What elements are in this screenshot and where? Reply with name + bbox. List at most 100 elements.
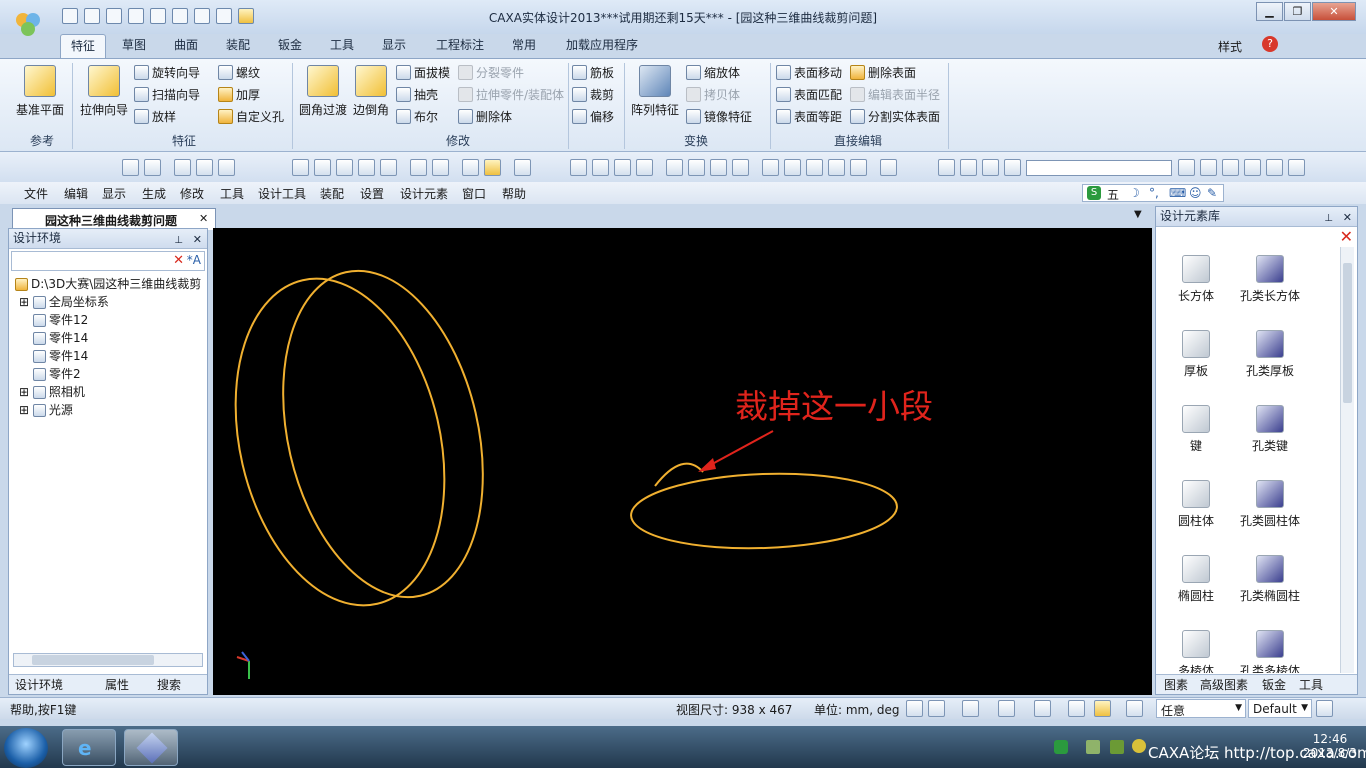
3d-viewport[interactable]: 裁掉这一小段 — [213, 228, 1152, 695]
view-icon[interactable] — [122, 159, 139, 176]
start-button[interactable] — [4, 728, 48, 768]
ellipse-curve[interactable] — [630, 469, 898, 552]
tab-addins[interactable]: 加载应用程序 — [556, 34, 648, 58]
menu-settings[interactable]: 设置 — [360, 185, 384, 202]
boolean-button[interactable]: 布尔 — [396, 107, 438, 127]
orbit-icon[interactable] — [592, 159, 609, 176]
chevron-down-icon[interactable]: ▼ — [1134, 209, 1142, 220]
property-icon[interactable] — [828, 159, 845, 176]
ime-keyboard-icon[interactable]: ⌨ — [1169, 186, 1186, 200]
menu-help[interactable]: 帮助 — [502, 185, 526, 202]
curve-tool-icon[interactable] — [1266, 159, 1283, 176]
maximize-button[interactable]: ❐ — [1284, 2, 1311, 21]
tree-item-camera[interactable]: ⊞ 照相机 — [19, 383, 85, 401]
folder-icon[interactable] — [358, 159, 375, 176]
view-cube-icon[interactable] — [962, 700, 979, 717]
tab-tool-elements[interactable]: 工具 — [1299, 675, 1323, 695]
close-panel-icon[interactable]: ✕ — [193, 230, 202, 249]
edit-radius-button[interactable]: 编辑表面半径 — [850, 85, 940, 105]
tab-tools[interactable]: 工具 — [320, 34, 364, 58]
element-hole-elliptic-cylinder[interactable]: 孔类椭圆柱 — [1232, 555, 1308, 604]
style-select[interactable]: Default ▼ — [1248, 699, 1312, 718]
delete-face-button[interactable]: 删除表面 — [850, 63, 916, 83]
circle-curve-back[interactable] — [253, 251, 513, 617]
trim-segment[interactable] — [654, 462, 704, 487]
rotate-icon[interactable] — [636, 159, 653, 176]
tab-sketch[interactable]: 草图 — [112, 34, 156, 58]
search-icon[interactable] — [762, 159, 779, 176]
ime-logo-icon[interactable]: S — [1087, 186, 1101, 200]
look-at-icon[interactable] — [732, 159, 749, 176]
new-file-icon[interactable] — [292, 159, 309, 176]
ime-mode[interactable]: 五 — [1107, 186, 1119, 203]
element-hole-cylinder[interactable]: 孔类圆柱体 — [1232, 480, 1308, 529]
tab-elements[interactable]: 图素 — [1164, 675, 1188, 695]
curve-tool-icon[interactable] — [1244, 159, 1261, 176]
tree-filter-input[interactable]: ✕ *A — [11, 251, 205, 271]
ie-taskbar-button[interactable]: e — [62, 729, 116, 766]
menu-tools[interactable]: 工具 — [220, 185, 244, 202]
menu-file[interactable]: 文件 — [24, 185, 48, 202]
element-plate[interactable]: 厚板 — [1158, 330, 1234, 379]
render-icon[interactable] — [174, 159, 191, 176]
shading-icon[interactable] — [1068, 700, 1085, 717]
caxa-taskbar-button[interactable] — [124, 729, 178, 766]
menu-window[interactable]: 窗口 — [462, 185, 486, 202]
measure-icon[interactable] — [784, 159, 801, 176]
zoom-icon[interactable] — [666, 159, 683, 176]
close-button[interactable]: ✕ — [1312, 2, 1356, 21]
tree-item-part[interactable]: 零件14 — [33, 329, 88, 347]
curve-tool-icon[interactable] — [1200, 159, 1217, 176]
measure-icon[interactable] — [806, 159, 823, 176]
element-hole-key[interactable]: 孔类键 — [1232, 405, 1308, 454]
extrude-part-button[interactable]: 拉伸零件/装配体 — [458, 85, 564, 105]
curve-tool-icon[interactable] — [1288, 159, 1305, 176]
ime-punct-icon[interactable]: °, — [1149, 186, 1159, 200]
save-icon[interactable] — [380, 159, 397, 176]
selection-filter-select[interactable]: 任意 ▼ — [1156, 699, 1246, 718]
match-face-button[interactable]: 表面匹配 — [776, 85, 842, 105]
tab-properties[interactable]: 属性 — [105, 675, 129, 695]
undo-icon[interactable] — [410, 159, 427, 176]
help-pointer-icon[interactable] — [514, 159, 531, 176]
tray-icon[interactable] — [1132, 739, 1146, 753]
close-library-icon[interactable]: ✕ — [1340, 227, 1353, 246]
layer-icon[interactable] — [1126, 700, 1143, 717]
tab-sheetmetal-elements[interactable]: 钣金 — [1262, 675, 1286, 695]
datum-plane-button[interactable]: 基准平面 — [12, 65, 68, 118]
menu-design-tools[interactable]: 设计工具 — [258, 185, 306, 202]
element-prism[interactable]: 多棱体 — [1158, 630, 1234, 673]
ime-moon-icon[interactable]: ☽ — [1129, 186, 1140, 200]
thread-button[interactable]: 螺纹 — [218, 63, 260, 83]
extrude-wizard-button[interactable]: 拉伸向导 — [76, 65, 132, 118]
menu-design-elements[interactable]: 设计元素 — [400, 185, 448, 202]
tree-item-global-coords[interactable]: ⊞ 全局坐标系 — [19, 293, 109, 311]
record-icon[interactable] — [938, 159, 955, 176]
redo-icon[interactable] — [432, 159, 449, 176]
scale-body-button[interactable]: 缩放体 — [686, 63, 740, 83]
copy-body-button[interactable]: 拷贝体 — [686, 85, 740, 105]
pin-icon[interactable]: ⊥ — [1324, 209, 1333, 228]
render-icon[interactable] — [218, 159, 235, 176]
walk-icon[interactable] — [614, 159, 631, 176]
tab-surface[interactable]: 曲面 — [164, 34, 208, 58]
revolve-wizard-button[interactable]: 旋转向导 — [134, 63, 200, 83]
mirror-feature-button[interactable]: 镜像特征 — [686, 107, 752, 127]
selection-icon[interactable] — [484, 159, 501, 176]
menu-modify[interactable]: 修改 — [180, 185, 204, 202]
pin-icon[interactable]: ⊥ — [174, 231, 183, 250]
delete-body-button[interactable]: 删除体 — [458, 107, 512, 127]
tab-feature[interactable]: 特征 — [60, 34, 107, 58]
pan-icon[interactable] — [570, 159, 587, 176]
tab-sheetmetal[interactable]: 钣金 — [268, 34, 312, 58]
loft-button[interactable]: 放样 — [134, 107, 176, 127]
trim-button[interactable]: 裁剪 — [572, 85, 614, 105]
clear-filter-icon[interactable]: ✕ — [173, 253, 184, 268]
tab-annotation[interactable]: 工程标注 — [426, 34, 494, 58]
design-element-icon[interactable] — [462, 159, 479, 176]
rib-button[interactable]: 筋板 — [572, 63, 614, 83]
tree-item-part[interactable]: 零件2 — [33, 365, 81, 383]
pattern-feature-button[interactable]: 阵列特征 — [628, 65, 682, 118]
thicken-button[interactable]: 加厚 — [218, 85, 260, 105]
style-menu[interactable]: 样式 — [1218, 38, 1242, 55]
